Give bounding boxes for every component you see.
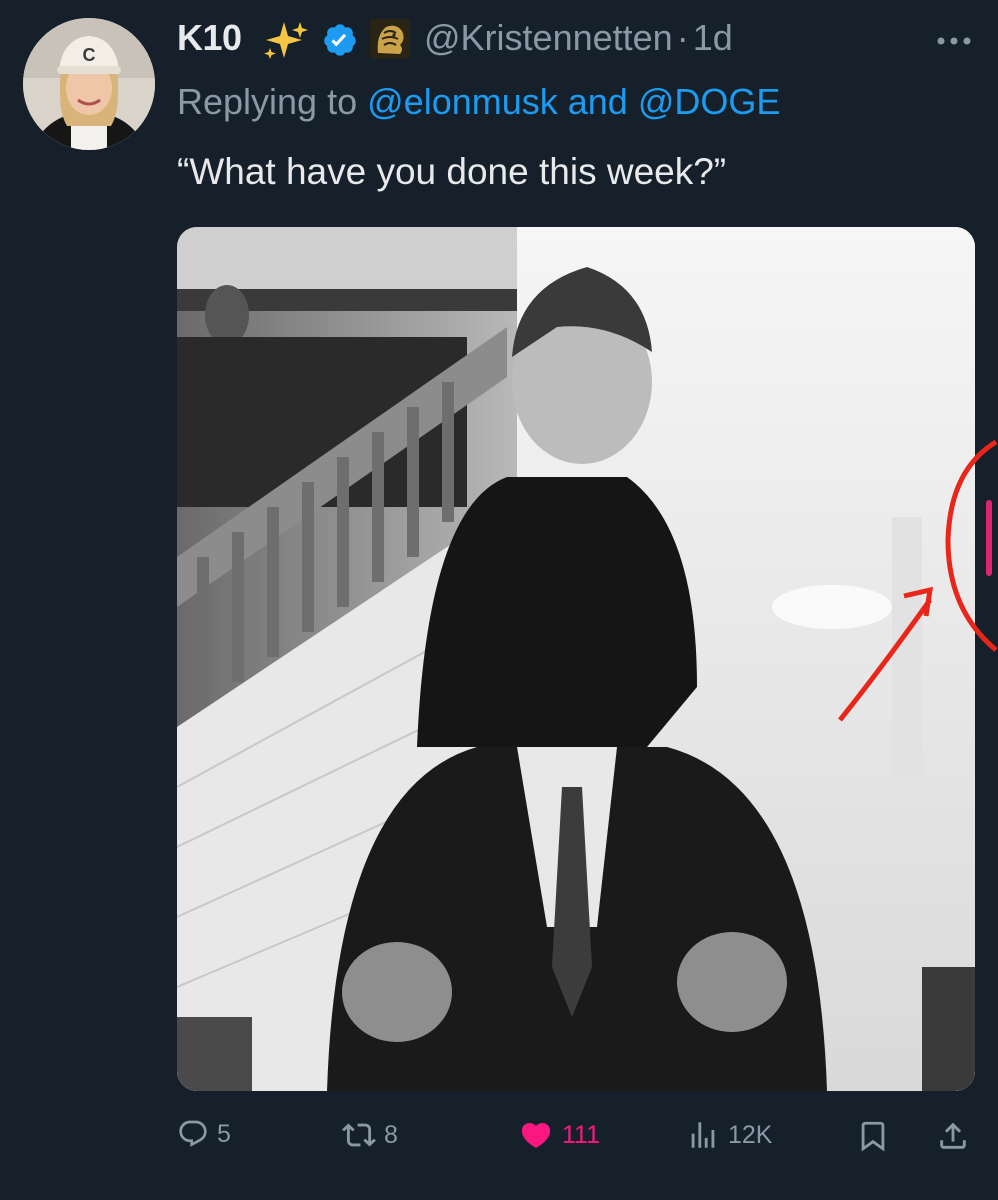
like-button[interactable]: 111 bbox=[518, 1118, 600, 1152]
tweet-timestamp[interactable]: 1d bbox=[693, 17, 733, 58]
like-count: 111 bbox=[562, 1120, 601, 1149]
more-icon[interactable] bbox=[936, 36, 972, 46]
author-handle[interactable]: @Kristennetten bbox=[424, 17, 673, 58]
repost-button[interactable]: 8 bbox=[342, 1118, 398, 1152]
share-icon bbox=[940, 1122, 966, 1149]
reply-icon bbox=[179, 1120, 207, 1147]
tweet-text: “What have you done this week?” bbox=[177, 151, 727, 192]
views-button[interactable]: 12K bbox=[686, 1118, 772, 1152]
repost-icon bbox=[342, 1123, 376, 1147]
views-count: 12K bbox=[728, 1120, 773, 1149]
repost-count: 8 bbox=[384, 1120, 398, 1149]
annotation-arrow-icon bbox=[838, 439, 998, 722]
lion-affiliate-icon[interactable] bbox=[370, 19, 410, 59]
verified-badge-icon[interactable] bbox=[322, 22, 358, 58]
bookmark-icon bbox=[861, 1121, 885, 1152]
replying-prefix: Replying to bbox=[177, 81, 358, 122]
views-icon bbox=[691, 1122, 715, 1148]
replying-to-line: Replying to @elonmusk and @DOGE bbox=[177, 81, 780, 123]
share-button[interactable] bbox=[936, 1118, 970, 1154]
heart-icon bbox=[521, 1122, 551, 1148]
bookmark-button[interactable] bbox=[856, 1118, 890, 1154]
reply-count: 5 bbox=[217, 1119, 231, 1148]
reply-button[interactable]: 5 bbox=[177, 1118, 231, 1150]
mention-and[interactable]: and bbox=[568, 81, 628, 122]
sparkles-icon bbox=[264, 22, 308, 59]
avatar-cap-letter: C bbox=[83, 45, 96, 65]
header-separator: · bbox=[676, 17, 689, 58]
author-avatar[interactable]: C bbox=[23, 18, 155, 150]
mention-doge[interactable]: @DOGE bbox=[638, 81, 781, 122]
mention-elonmusk[interactable]: @elonmusk bbox=[367, 81, 558, 122]
author-name[interactable]: K10 bbox=[177, 17, 242, 59]
